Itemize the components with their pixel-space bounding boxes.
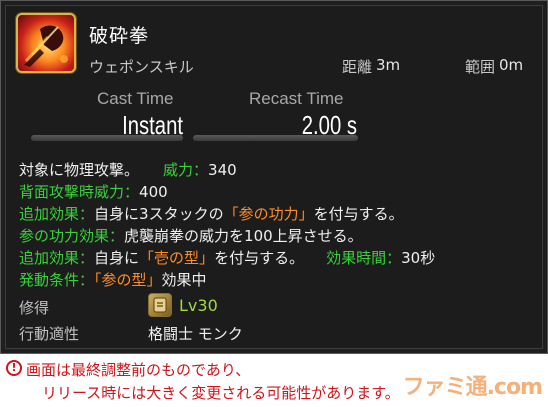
description-line: 発動条件：「参の型」効果中 [19,269,539,291]
cast-time-value: Instant [122,110,183,140]
class-label: 行動適性 [19,325,80,343]
rear-potency-value: 400 [139,183,168,201]
separator: ： [79,205,95,223]
recast-time-label: Recast Time [249,89,344,108]
separator: ： [79,249,95,267]
chakra-effect-label: 参の功力効果 [19,227,110,245]
separator: ： [193,161,209,179]
skill-description: 対象に物理攻撃。 威力：340 背面攻撃時威力：400 追加効果：自身に3スタック… [19,159,539,291]
description-text: 自身に [94,249,140,267]
description-line: 追加効果：自身に「壱の型」を付与する。 効果時間：30秒 [19,247,539,269]
famitsu-watermark: ファミ通.com [402,375,543,400]
skill-type: ウェポンスキル [89,58,194,76]
description-text: を付与する。 [214,249,305,267]
status-highlight: 「壱の型」 [139,249,215,267]
radius-label: 範囲 [465,58,496,76]
additional-effect-label: 追加効果 [19,205,80,223]
status-highlight: 「参の型」 [94,271,162,289]
disclaimer-notice: ! 画面は最終調整前のものであり、 リリース時には大きく変更される可能性がありま… [0,355,548,407]
description-line: 背面攻撃時威力：400 [19,181,539,203]
description-line: 対象に物理攻撃。 威力：340 [19,159,539,181]
separator: ： [79,271,95,289]
description-line: 追加効果：自身に3スタックの「参の功力」を付与する。 [19,203,539,225]
notice-line: 画面は最終調整前のものであり、 [26,361,251,379]
rear-potency-label: 背面攻撃時威力 [19,183,125,201]
acquire-label: 修得 [19,299,50,317]
notice-line: リリース時には大きく変更される可能性があります。 [42,384,400,402]
range-label: 距離 [342,58,373,76]
duration-value: 30秒 [401,249,436,267]
description-text: を付与する。 [313,205,404,223]
potency-value: 340 [208,161,237,179]
separator: ： [109,227,125,245]
description-line: 参の功力効果：虎襲崩拳の威力を100上昇させる。 [19,225,539,247]
recast-time-value: 2.00 s [301,110,357,140]
acquire-level: Lv30 [179,296,218,315]
condition-label: 発動条件 [19,271,80,289]
range-value: 3m [376,56,401,74]
potency-label: 威力 [163,161,194,179]
description-text: 虎襲崩拳の威力を100上昇させる。 [124,227,363,245]
description-text: 自身に3スタックの [94,205,224,223]
skill-tooltip: 破砕拳 ウェポンスキル 距離 3m 範囲 0m Cast Time Recast… [0,0,548,354]
radius-value: 0m [499,56,524,74]
separator: ： [124,183,140,201]
fist-strike-icon [16,13,76,73]
cast-time-label: Cast Time [97,89,174,108]
job-stone-icon [148,293,172,317]
exclamation-icon: ! [6,360,22,376]
class-value: 格闘士 モンク [148,325,243,343]
separator: ： [386,249,402,267]
status-highlight: 「参の功力」 [223,205,314,223]
skill-name: 破砕拳 [89,25,150,47]
description-text: 効果中 [161,271,207,289]
description-text: 対象に物理攻撃。 [19,161,140,179]
additional-effect-label: 追加効果 [19,249,80,267]
duration-label: 効果時間 [326,249,387,267]
